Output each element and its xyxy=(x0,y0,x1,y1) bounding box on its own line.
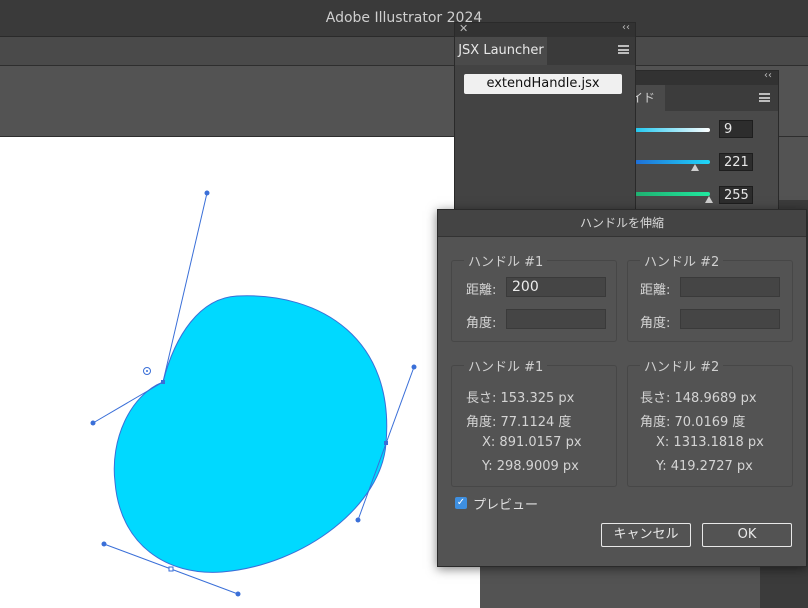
distance-input-2[interactable] xyxy=(680,277,780,297)
application-bar xyxy=(0,37,808,66)
angle-label: 角度: xyxy=(466,316,497,331)
length-readout: 長さ: 148.9689 px xyxy=(640,391,757,406)
info-group-handle-1: ハンドル #1 長さ: 153.325 px 角度: 77.1124 度 X: … xyxy=(451,356,617,487)
group-title: ハンドル #1 xyxy=(464,251,548,270)
value-field-2[interactable]: 221 xyxy=(719,153,753,171)
angle-readout: 角度: 70.0169 度 xyxy=(640,415,746,430)
slider-3[interactable] xyxy=(635,192,710,196)
preview-label[interactable]: プレビュー xyxy=(473,494,538,513)
ok-button[interactable]: OK xyxy=(702,523,792,547)
handle-point xyxy=(411,364,417,370)
color-panel[interactable]: ‹‹ イド 9 221 255 xyxy=(612,70,779,212)
jsx-launcher-panel[interactable]: ✕ ‹‹ JSX Launcher extendHandle.jsx xyxy=(454,22,636,214)
distance-label: 距離: xyxy=(640,283,671,298)
artboard-canvas[interactable] xyxy=(0,137,480,608)
distance-input-1[interactable]: 200 xyxy=(506,277,606,297)
extend-handle-dialog[interactable]: ハンドルを伸縮 ハンドル #1 距離: 200 角度: ハンドル #2 距離: … xyxy=(437,209,807,567)
handle-point xyxy=(235,591,241,597)
panel-menu-icon[interactable] xyxy=(618,45,629,54)
group-title: ハンドル #2 xyxy=(640,251,724,270)
collapse-icon[interactable]: ‹‹ xyxy=(764,70,772,81)
app-title: Adobe Illustrator 2024 xyxy=(325,10,483,26)
y-readout: Y: 298.9009 px xyxy=(482,459,579,474)
info-group-handle-2: ハンドル #2 長さ: 148.9689 px 角度: 70.0169 度 X:… xyxy=(627,356,793,487)
angle-label: 角度: xyxy=(640,316,671,331)
y-readout: Y: 419.2727 px xyxy=(656,459,753,474)
handle-point xyxy=(204,190,210,196)
panel-header: ✕ ‹‹ xyxy=(455,22,635,37)
anchor-point xyxy=(384,441,388,445)
cancel-button[interactable]: キャンセル xyxy=(601,523,691,547)
group-title: ハンドル #2 xyxy=(640,356,724,375)
preview-checkbox[interactable]: ✓ xyxy=(455,497,467,509)
tab-jsx-launcher[interactable]: JSX Launcher xyxy=(455,37,547,65)
heart-shape[interactable] xyxy=(113,295,388,573)
anchor-point xyxy=(168,566,174,572)
angle-readout: 角度: 77.1124 度 xyxy=(466,415,572,430)
value-field-1[interactable]: 9 xyxy=(719,120,753,138)
distance-label: 距離: xyxy=(466,283,497,298)
slider-1[interactable] xyxy=(635,128,710,132)
handle-point xyxy=(90,420,96,426)
artwork[interactable] xyxy=(0,137,480,608)
angle-input-1[interactable] xyxy=(506,309,606,329)
group-title: ハンドル #1 xyxy=(464,356,548,375)
title-bar: Adobe Illustrator 2024 xyxy=(0,0,808,37)
handle-point xyxy=(355,517,361,523)
checkmark-icon: ✓ xyxy=(456,497,466,508)
panel-menu-icon[interactable] xyxy=(759,93,770,102)
length-readout: 長さ: 153.325 px xyxy=(466,391,575,406)
dialog-title: ハンドルを伸縮 xyxy=(438,210,806,237)
handle-point xyxy=(101,541,107,547)
x-readout: X: 1313.1818 px xyxy=(656,435,764,450)
anchor-point xyxy=(161,380,165,384)
angle-input-2[interactable] xyxy=(680,309,780,329)
panel-header: ‹‹ xyxy=(613,70,778,85)
x-readout: X: 891.0157 px xyxy=(482,435,582,450)
slider-thumb[interactable] xyxy=(691,164,699,171)
value-field-3[interactable]: 255 xyxy=(719,186,753,204)
input-group-handle-2: ハンドル #2 距離: 角度: xyxy=(627,251,793,342)
slider-thumb[interactable] xyxy=(705,196,713,203)
input-group-handle-1: ハンドル #1 距離: 200 角度: xyxy=(451,251,617,342)
run-script-button[interactable]: extendHandle.jsx xyxy=(464,74,622,94)
close-icon[interactable]: ✕ xyxy=(459,22,468,35)
collapse-icon[interactable]: ‹‹ xyxy=(622,22,630,33)
